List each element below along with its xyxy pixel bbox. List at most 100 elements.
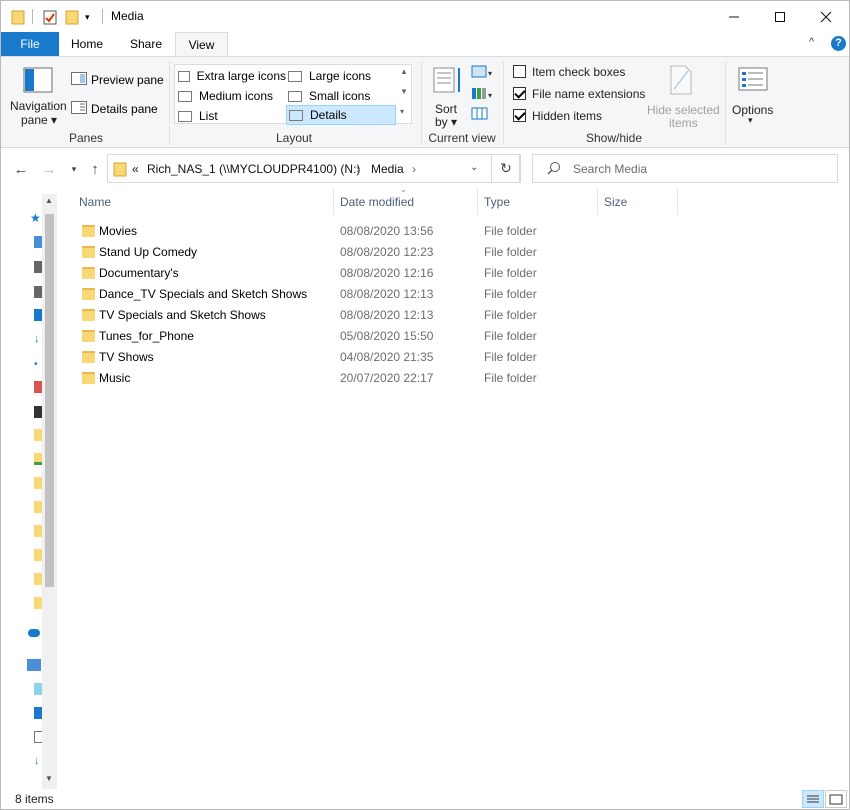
options-dropdown-icon: ▾	[748, 115, 753, 125]
scroll-down-icon[interactable]: ▼	[400, 87, 408, 96]
layout-details[interactable]: Details	[286, 105, 396, 125]
sort-by-label: Sort	[435, 102, 458, 116]
tab-share[interactable]: Share	[117, 32, 175, 56]
navigation-scrollbar[interactable]: ▲ ▼	[42, 194, 57, 789]
large-icons-view-toggle[interactable]	[825, 790, 847, 808]
svg-text:▾: ▾	[488, 91, 492, 100]
minimize-button[interactable]	[711, 1, 757, 32]
tab-file[interactable]: File	[1, 32, 59, 56]
folder-icon	[82, 288, 95, 300]
options-button[interactable]: Options ▾	[729, 61, 777, 129]
layout-extra-large-icons[interactable]: Extra large icons	[178, 67, 286, 85]
maximize-button[interactable]	[757, 1, 803, 32]
layout-large-icons[interactable]: Large icons	[288, 67, 396, 85]
back-arrow-icon[interactable]: ←	[11, 159, 31, 179]
refresh-button[interactable]: ↻	[491, 154, 521, 183]
file-name[interactable]: Movies	[99, 224, 137, 238]
help-icon[interactable]: ?	[831, 36, 846, 51]
sort-by-button[interactable]: Sort by ▾	[429, 61, 467, 129]
onedrive-icon[interactable]	[28, 629, 40, 637]
navigation-pane-button[interactable]: Navigation pane ▾	[7, 61, 67, 129]
search-placeholder: Search Media	[573, 162, 648, 176]
table-row[interactable]: TV Specials and Sketch Shows 08/08/2020 1…	[79, 305, 849, 326]
table-row[interactable]: Stand Up Comedy 08/08/2020 12:23 File fold…	[79, 242, 849, 263]
up-arrow-icon[interactable]: ↑	[85, 159, 105, 179]
status-bar: 8 items	[1, 789, 849, 809]
layout-item-label: Extra large icons	[196, 69, 286, 83]
table-row[interactable]: Music 20/07/2020 22:17 File folder	[79, 368, 849, 389]
file-name[interactable]: TV Specials and Sketch Shows	[99, 308, 266, 322]
table-row[interactable]: TV Shows 04/08/2020 21:35 File folder	[79, 347, 849, 368]
table-row[interactable]: Dance_TV Specials and Sketch Shows 08/08/…	[79, 284, 849, 305]
forward-arrow-icon[interactable]: →	[39, 159, 59, 179]
folder-icon	[82, 267, 95, 279]
collapse-ribbon-icon[interactable]: ^	[809, 36, 814, 48]
file-date-modified: 08/08/2020 13:56	[340, 224, 434, 238]
navigation-pane-dropdown: pane ▾	[21, 113, 58, 127]
breadcrumb-separator[interactable]: ›	[356, 162, 360, 176]
file-type: File folder	[484, 245, 537, 259]
add-columns-icon[interactable]: ▾	[471, 87, 495, 104]
details-view-toggle[interactable]	[802, 790, 824, 808]
item-check-boxes-checkbox[interactable]	[513, 65, 526, 78]
address-dropdown-icon[interactable]: ⌄	[470, 162, 478, 173]
details-view-icon	[807, 795, 819, 802]
quick-access-icon[interactable]: ★	[30, 211, 41, 225]
customize-toolbar-icon[interactable]: ▾	[85, 9, 90, 25]
file-name-extensions-label[interactable]: File name extensions	[532, 87, 645, 101]
file-type: File folder	[484, 350, 537, 364]
group-by-icon[interactable]: ▾	[471, 65, 495, 82]
table-row[interactable]: Tunes_for_Phone 05/08/2020 15:50 File fold…	[79, 326, 849, 347]
column-header-size[interactable]: Size	[598, 189, 678, 215]
details-pane-button[interactable]: Details pane	[71, 100, 158, 118]
hidden-items-checkbox[interactable]	[513, 109, 526, 122]
layout-gallery: Extra large icons Large icons Medium ico…	[174, 64, 412, 125]
file-name[interactable]: Music	[99, 371, 130, 385]
search-input[interactable]: Search Media	[532, 154, 838, 183]
ribbon-tabs: File Home Share View ^ ?	[1, 32, 849, 57]
scroll-up-icon[interactable]: ▲	[400, 67, 408, 76]
layout-small-icons[interactable]: Small icons	[288, 87, 396, 105]
column-header-type[interactable]: Type	[478, 189, 598, 215]
scrollbar-thumb[interactable]	[45, 214, 54, 587]
file-name[interactable]: Documentary's	[99, 266, 179, 280]
tab-view[interactable]: View	[175, 32, 228, 57]
file-name-extensions-checkbox[interactable]	[513, 87, 526, 100]
table-row[interactable]: Documentary's 08/08/2020 12:16 File folder	[79, 263, 849, 284]
table-row[interactable]: Movies 08/08/2020 13:56 File folder	[79, 221, 849, 242]
title-divider	[102, 9, 103, 24]
breadcrumb-media[interactable]: Media	[371, 162, 404, 176]
breadcrumb-overflow[interactable]: «	[132, 162, 139, 176]
layout-list[interactable]: List	[178, 107, 286, 125]
group-divider	[503, 61, 504, 145]
scroll-down-icon[interactable]: ▼	[45, 774, 53, 783]
size-columns-icon[interactable]	[471, 107, 489, 124]
file-name[interactable]: TV Shows	[99, 350, 154, 364]
close-button[interactable]	[803, 1, 849, 32]
tab-home[interactable]: Home	[59, 32, 115, 56]
layout-medium-icons[interactable]: Medium icons	[178, 87, 286, 105]
item-check-boxes-label[interactable]: Item check boxes	[532, 65, 625, 79]
properties-icon[interactable]	[43, 9, 57, 25]
breadcrumb-drive[interactable]: Rich_NAS_1 (\\MYCLOUDPR4100) (N:)	[147, 162, 360, 176]
file-name[interactable]: Tunes_for_Phone	[99, 329, 194, 343]
breadcrumb-separator[interactable]: ›	[412, 162, 416, 176]
file-type: File folder	[484, 329, 537, 343]
file-date-modified: 08/08/2020 12:13	[340, 287, 434, 301]
recent-locations-icon[interactable]: ▾	[64, 159, 84, 179]
item-count: 8 items	[15, 792, 54, 806]
file-type: File folder	[484, 266, 537, 280]
preview-pane-button[interactable]: Preview pane	[71, 71, 164, 89]
column-header-name[interactable]: Name	[73, 189, 334, 215]
file-name[interactable]: Stand Up Comedy	[99, 245, 197, 259]
hidden-items-label[interactable]: Hidden items	[532, 109, 602, 123]
file-name[interactable]: Dance_TV Specials and Sketch Shows	[99, 287, 307, 301]
new-folder-icon[interactable]	[65, 9, 79, 25]
hide-selected-label-2: items	[669, 116, 698, 130]
address-bar[interactable]: « Rich_NAS_1 (\\MYCLOUDPR4100) (N:) › Me…	[107, 154, 520, 183]
hide-selected-items-button[interactable]: Hide selected items	[643, 61, 723, 130]
title-bar: ▾ Media	[1, 1, 849, 32]
more-layouts-icon[interactable]: ▾	[400, 107, 404, 116]
scroll-up-icon[interactable]: ▲	[45, 196, 53, 205]
this-pc-icon[interactable]	[27, 659, 41, 671]
